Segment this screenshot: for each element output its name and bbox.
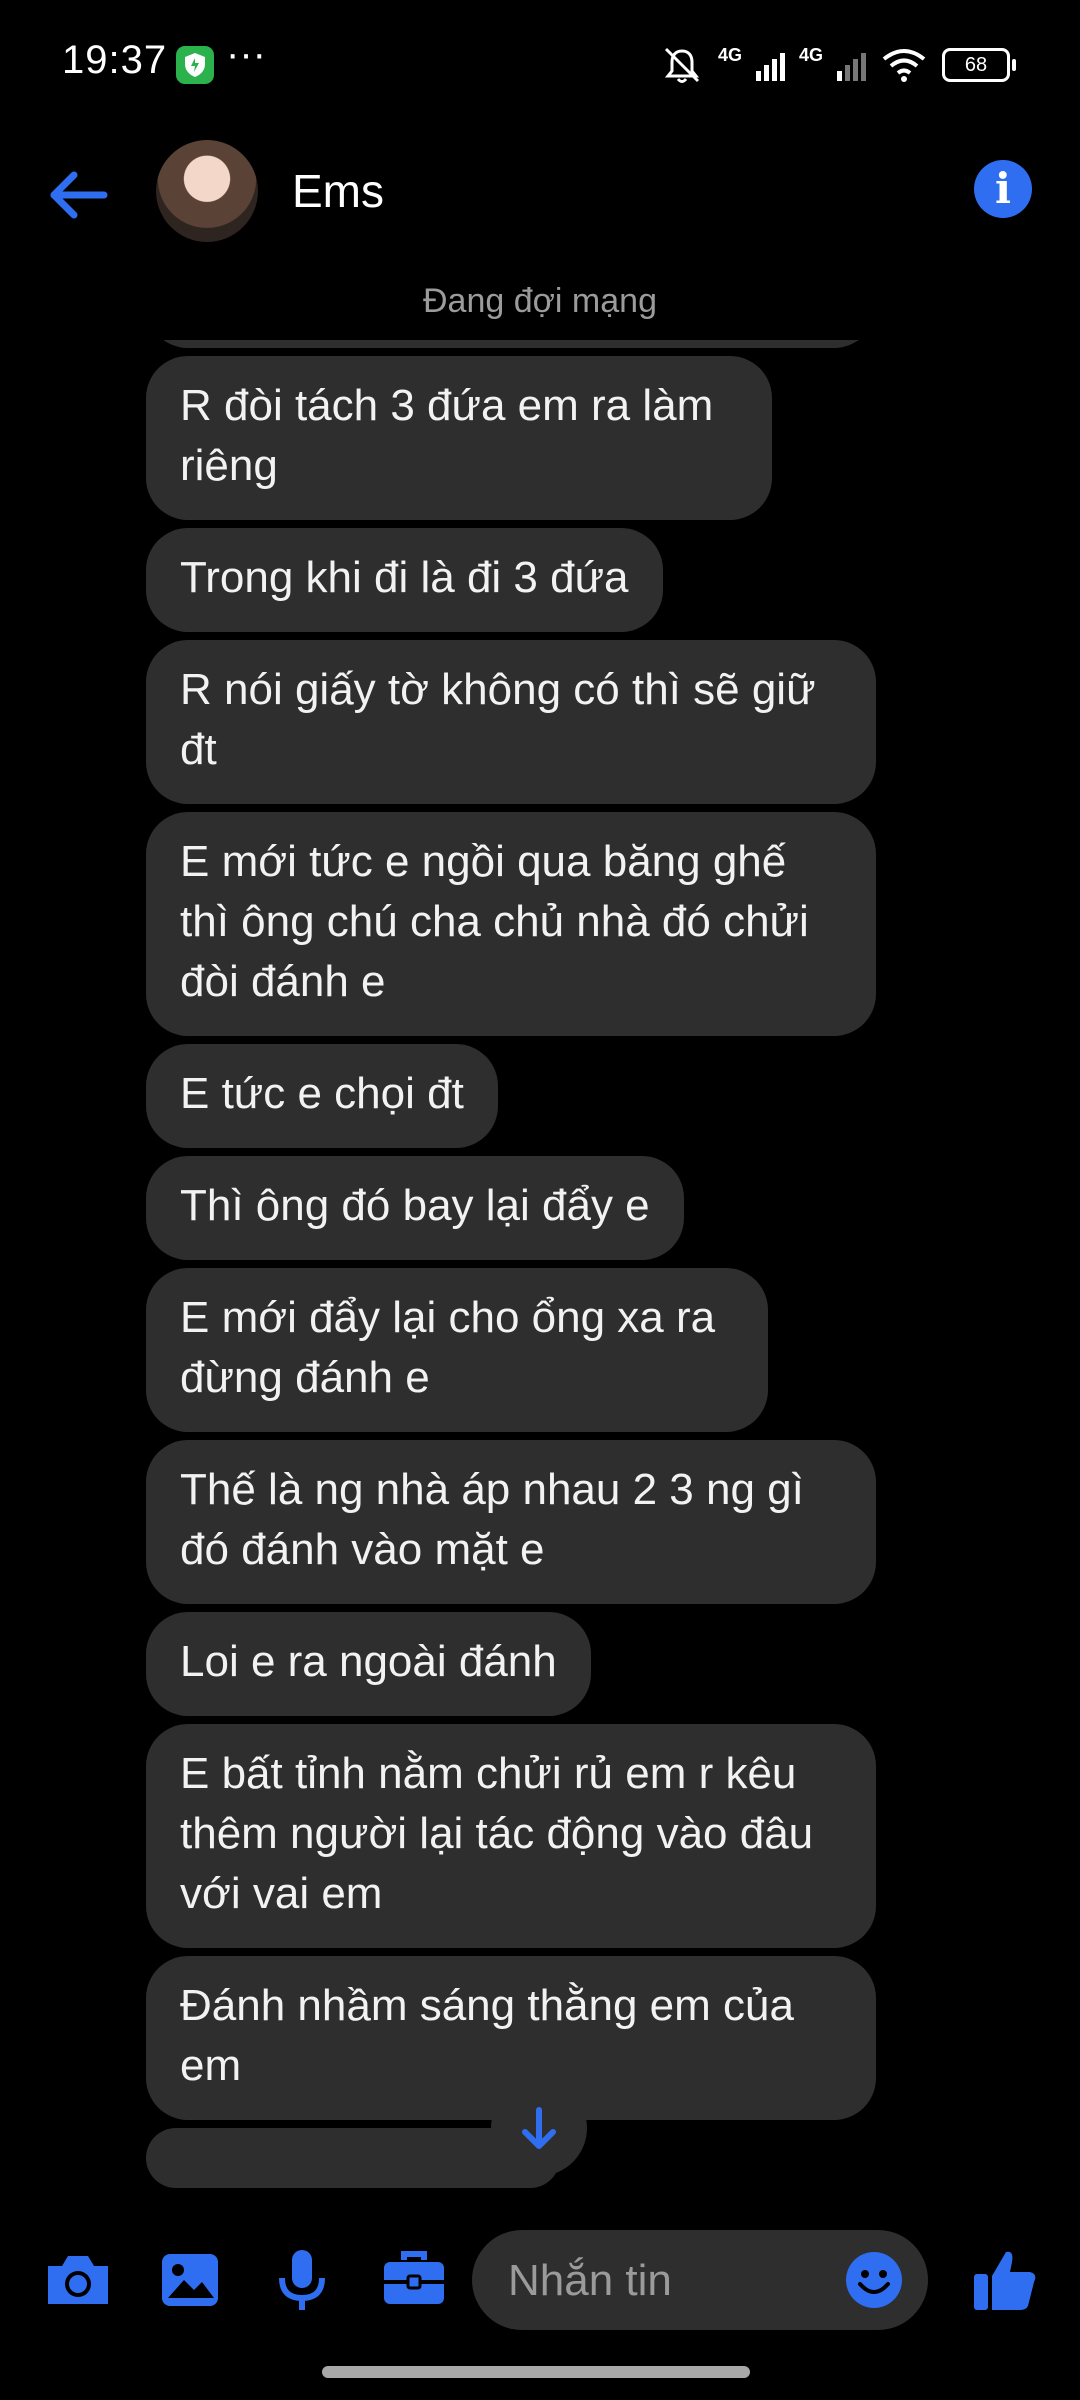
status-time: 19:37: [62, 38, 168, 82]
composer-bar: [0, 2220, 1080, 2340]
wifi-icon: [882, 49, 926, 82]
image-icon: [162, 2254, 218, 2306]
shield-icon: [176, 46, 214, 84]
mute-bell-icon: [664, 47, 700, 83]
camera-button[interactable]: [40, 2242, 116, 2318]
info-button[interactable]: i: [974, 160, 1032, 218]
like-button[interactable]: [968, 2242, 1044, 2318]
message-bubble[interactable]: E mới đẩy lại cho ổng xa ra đừng đánh e: [146, 1268, 768, 1432]
voice-button[interactable]: [264, 2242, 340, 2318]
back-button[interactable]: [44, 160, 114, 230]
message-bubble[interactable]: Thế là ng nhà áp nhau 2 3 ng gì đó đánh …: [146, 1440, 876, 1604]
camera-icon: [48, 2256, 108, 2304]
thumbs-up-icon: [974, 2251, 1036, 2310]
message-bubble[interactable]: Loi e ra ngoài đánh: [146, 1612, 591, 1716]
back-arrow-icon: [50, 171, 108, 219]
signal-2-icon: [837, 49, 866, 81]
conversation-header: Ems i: [0, 130, 1080, 260]
message-bubble[interactable]: Thì ông đó bay lại đẩy e: [146, 1156, 684, 1260]
scroll-to-bottom-button[interactable]: [491, 2080, 587, 2176]
home-indicator[interactable]: [322, 2366, 750, 2378]
avatar[interactable]: [156, 140, 258, 242]
gallery-button[interactable]: [152, 2242, 228, 2318]
message-bubble[interactable]: R nói giấy tờ không có thì sẽ giữ đt: [146, 640, 876, 804]
battery-icon: 68: [942, 48, 1016, 82]
network-type-1: 4G: [717, 44, 742, 65]
message-input-container[interactable]: [472, 2230, 928, 2332]
contact-name[interactable]: Ems: [292, 164, 384, 218]
status-icons: 4G 4G 68: [660, 40, 1016, 90]
message-input[interactable]: [506, 2230, 810, 2332]
signal-1-icon: [755, 49, 785, 81]
arrow-down-icon: [522, 2107, 556, 2149]
message-bubble[interactable]: R đòi tách 3 đứa em ra làm riêng: [146, 356, 772, 520]
message-thread[interactable]: R đòi tách 3 đứa em ra làm riêng Trong k…: [0, 340, 1080, 2204]
info-icon: i: [995, 164, 1011, 213]
briefcase-icon: [384, 2251, 444, 2304]
more-notifications-icon: ···: [226, 32, 266, 76]
status-bar: 19:37 ··· 4G 4G 68: [0, 0, 1080, 130]
microphone-icon: [279, 2250, 325, 2310]
message-bubble[interactable]: Trong khi đi là đi 3 đứa: [146, 528, 663, 632]
message-bubble[interactable]: E mới tức e ngồi qua băng ghế thì ông ch…: [146, 812, 876, 1036]
message-bubble-partial[interactable]: [146, 340, 876, 348]
emoji-icon[interactable]: [844, 2250, 904, 2310]
message-bubble[interactable]: E bất tỉnh nằm chửi rủ em r kêu thêm ngư…: [146, 1724, 876, 1948]
message-bubble[interactable]: E tức e chọi đt: [146, 1044, 498, 1148]
network-status-text: Đang đợi mạng: [423, 282, 657, 320]
network-type-2: 4G: [798, 44, 823, 65]
tools-button[interactable]: [376, 2242, 452, 2318]
